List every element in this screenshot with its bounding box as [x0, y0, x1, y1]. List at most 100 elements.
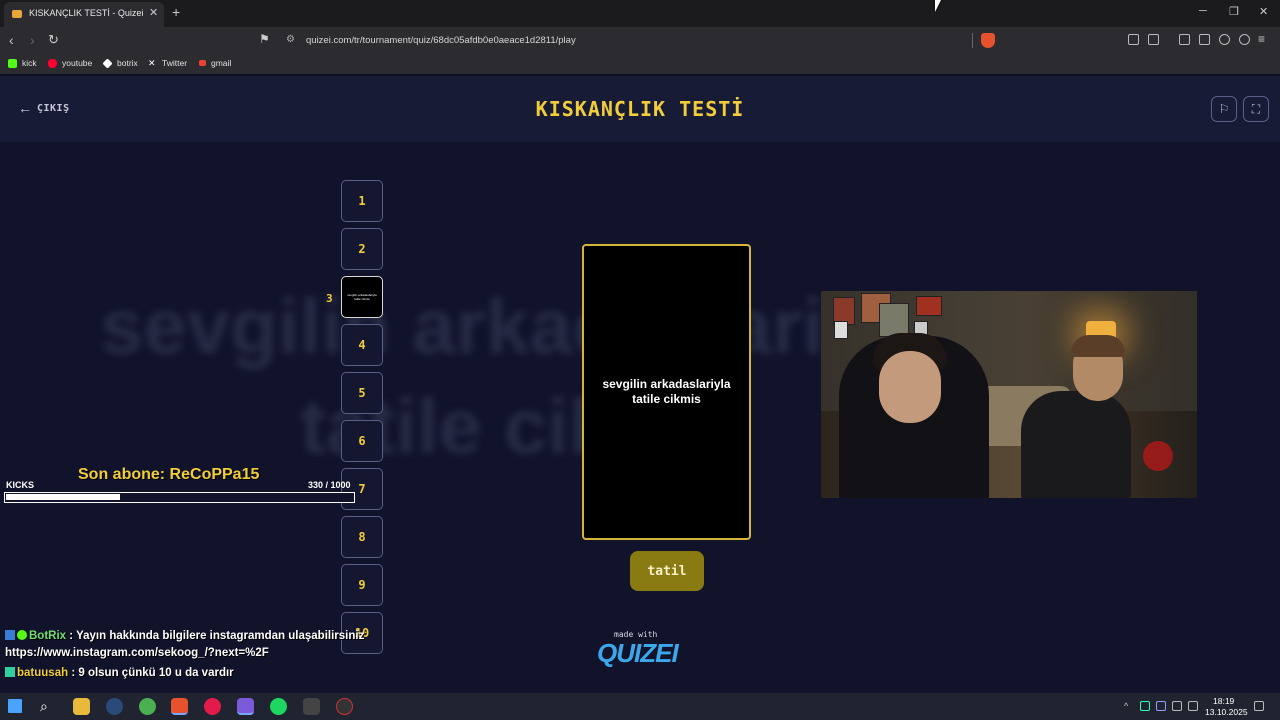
url-text[interactable]: quizei.com/tr/tournament/quiz/68dc05afdb… [306, 35, 576, 46]
window-close-icon[interactable]: ✕ [1259, 5, 1268, 18]
chat-message: https://www.instagram.com/sekoog_/?next=… [5, 647, 269, 659]
bookmark-label: youtube [62, 58, 93, 68]
brave-shield-icon[interactable] [981, 33, 995, 48]
chat-username: BotRix [29, 630, 67, 642]
tray-app-icon[interactable] [1140, 701, 1150, 711]
close-tab-icon[interactable]: ✕ [149, 6, 158, 19]
cam-face-left [879, 351, 941, 423]
last-subscriber-label: Son abone: ReCoPPa15 [78, 466, 260, 483]
site-info-icon[interactable]: ⚙ [286, 34, 295, 45]
address-bar[interactable]: ⚙ quizei.com/tr/tournament/quiz/68dc05af… [278, 30, 998, 51]
reload-icon[interactable]: ↻ [48, 32, 59, 48]
browser-tab[interactable]: KISKANÇLIK TESTİ - Quizei ✕ [4, 2, 164, 27]
question-card[interactable]: sevgilin arkadaslariyla tatile cikmis [582, 244, 751, 540]
browser-toolbar: ‹ › ↻ ⚑ ⚙ quizei.com/tr/tournament/quiz/… [0, 27, 1280, 54]
tray-discord-icon[interactable] [1156, 701, 1166, 711]
sidebar-icon[interactable] [1179, 34, 1190, 45]
cam-person-right [1021, 391, 1131, 498]
question-number-button[interactable]: 4 [341, 324, 383, 366]
question-number-button[interactable]: 2 [341, 228, 383, 270]
fullscreen-button[interactable]: ⛶ [1243, 96, 1269, 122]
volume-icon[interactable] [1188, 701, 1198, 711]
fullscreen-icon: ⛶ [1251, 101, 1261, 116]
verified-badge-icon [17, 630, 27, 640]
report-flag-button[interactable]: ⚐ [1211, 96, 1237, 122]
cam-red-light [1143, 441, 1173, 471]
new-tab-button[interactable]: + [172, 4, 180, 20]
bookmark-kick[interactable]: kick [8, 58, 37, 68]
quizei-logo[interactable]: QUIZEI [597, 638, 679, 669]
back-icon[interactable]: ‹ [9, 32, 14, 48]
question-number-button[interactable]: 8 [341, 516, 383, 558]
cam-poster [879, 303, 909, 337]
blurred-background-text: sevgilin arkadaslariyla tatile cikmis [100, 276, 933, 476]
clock-time[interactable]: 18:19 [1213, 696, 1234, 706]
menu-icon[interactable]: ≡ [1258, 32, 1265, 46]
webcam-overlay [821, 291, 1197, 498]
mouse-cursor-icon [935, 0, 947, 12]
bookmark-twitter[interactable]: ✕ Twitter [148, 58, 187, 68]
discord-icon[interactable] [237, 698, 254, 715]
bookmarks-bar: kick youtube botrix ✕ Twitter gmail [0, 54, 1280, 74]
chat-username: batuusah [17, 667, 69, 679]
botrix-icon [102, 57, 113, 69]
vpn-icon[interactable] [1239, 34, 1250, 45]
clock-date[interactable]: 13.10.2025 [1205, 707, 1248, 717]
tab-title: KISKANÇLIK TESTİ - Quizei [29, 8, 144, 18]
kicks-goal-count: 330 / 1000 [308, 480, 351, 490]
quiz-page: ← ÇIKIŞ KISKANÇLIK TESTİ ⚐ ⛶ sevgilin ar… [0, 76, 1280, 693]
question-number-button[interactable]: 9 [341, 564, 383, 606]
leo-ai-icon[interactable] [1219, 34, 1230, 45]
obs-icon[interactable] [336, 698, 353, 715]
brave-icon[interactable] [171, 698, 188, 715]
chrome-icon[interactable] [139, 698, 156, 715]
bookmark-label: Twitter [162, 58, 188, 68]
gmail-icon [199, 60, 206, 66]
forward-icon[interactable]: › [30, 32, 35, 48]
windows-start-icon[interactable] [8, 699, 22, 713]
terminal-icon[interactable] [303, 698, 320, 715]
extensions-icon[interactable] [1128, 34, 1139, 45]
chat-message: BotRix : Yayın hakkında bilgilere instag… [5, 630, 364, 642]
user-badge-icon [5, 667, 15, 677]
bookmark-icon[interactable]: ⚑ [259, 32, 270, 46]
search-icon[interactable]: ⌕ [40, 698, 57, 715]
bot-badge-icon [5, 630, 15, 640]
bookmark-gmail[interactable]: gmail [199, 58, 231, 68]
maximize-icon[interactable]: ❐ [1229, 5, 1239, 18]
media-player-icon[interactable] [204, 698, 221, 715]
bookmark-botrix[interactable]: botrix [102, 57, 138, 69]
windows-taskbar: ⌕ ^ 18:19 13.10.2025 [0, 693, 1280, 720]
kicks-progress-fill [6, 494, 121, 500]
blurred-line: sevgilin arkadaslariyla [100, 282, 933, 370]
steam-icon[interactable] [106, 698, 123, 715]
question-text: sevgilin arkadaslariyla tatile cikmis [602, 377, 731, 406]
kick-icon [8, 58, 17, 68]
question-number-button[interactable]: 1 [341, 180, 383, 222]
quiz-header: ← ÇIKIŞ KISKANÇLIK TESTİ ⚐ ⛶ [0, 76, 1280, 142]
brave-wallet-icon[interactable] [1199, 34, 1210, 45]
blurred-line: tatile cikmis [300, 382, 747, 470]
browser-tabbar: KISKANÇLIK TESTİ - Quizei ✕ + ─ ❐ ✕ [0, 0, 1280, 27]
chat-text: : 9 olsun çünkü 10 u da vardır [71, 667, 234, 679]
chat-text: https://www.instagram.com/sekoog_/?next=… [5, 647, 269, 659]
tray-chevron-icon[interactable]: ^ [1124, 701, 1134, 711]
question-number-button[interactable]: sevgilin arkadaslariyla tatile cikmis [341, 276, 383, 318]
network-icon[interactable] [1172, 701, 1182, 711]
minimize-icon[interactable]: ─ [1199, 5, 1207, 17]
chat-message: batuusah : 9 olsun çünkü 10 u da vardır [5, 667, 234, 679]
notifications-icon[interactable] [1254, 701, 1264, 711]
flag-icon: ⚐ [1218, 102, 1230, 116]
bookmark-label: botrix [117, 58, 138, 68]
spotify-icon[interactable] [270, 698, 287, 715]
quizei-favicon-icon [12, 10, 22, 18]
question-number-button[interactable]: 6 [341, 420, 383, 462]
bookmark-youtube[interactable]: youtube [48, 58, 92, 68]
cam-hair-right [1071, 335, 1125, 357]
answer-button[interactable]: tatil [630, 551, 704, 591]
question-number-button[interactable]: 5 [341, 372, 383, 414]
cam-frame [834, 321, 848, 339]
wallet-icon[interactable] [1148, 34, 1159, 45]
file-explorer-icon[interactable] [73, 698, 90, 715]
question-thumbnail-text: sevgilin arkadaslariyla tatile cikmis [347, 293, 377, 301]
